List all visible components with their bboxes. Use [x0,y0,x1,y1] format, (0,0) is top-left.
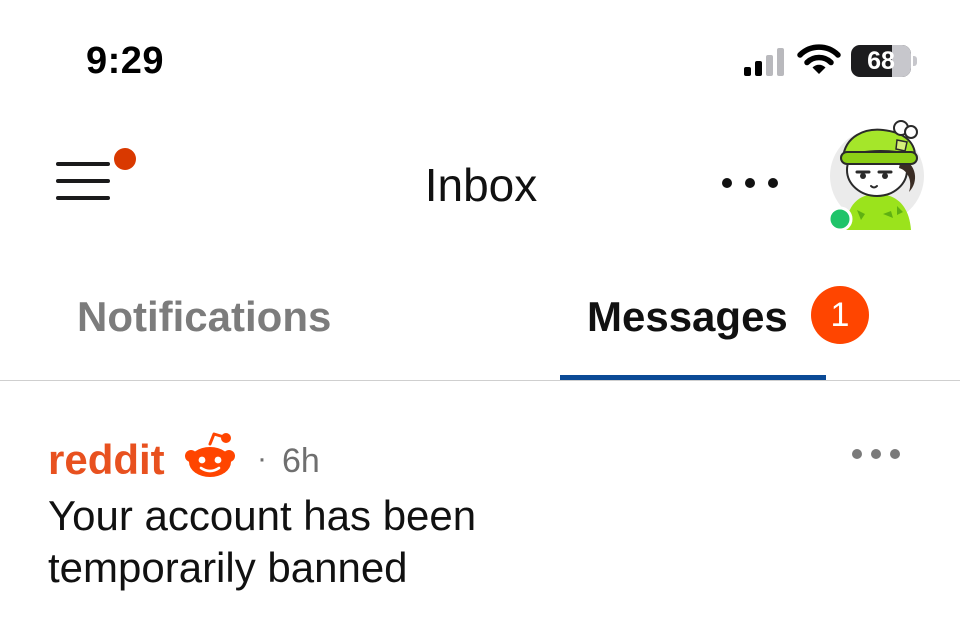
avatar[interactable] [827,118,927,234]
inbox-screen: 9:29 68 Inbox Notifications Messages 1 r… [0,0,960,627]
message-timestamp: 6h [282,442,320,480]
reddit-snoo-icon [185,432,235,477]
page-title-text: Inbox [424,159,538,211]
more-dot [852,449,862,459]
battery-body: 68 [851,45,911,77]
battery-tip [913,56,917,66]
cellular-signal-icon [744,48,784,76]
tab-messages[interactable]: Messages [587,293,788,341]
more-dot [745,178,755,188]
meta-separator: · [257,442,267,475]
more-dot [871,449,881,459]
more-dot [722,178,732,188]
wifi-icon [797,44,841,74]
message-more-options-button[interactable] [852,448,900,460]
tab-notifications[interactable]: Notifications [77,293,331,341]
message-item[interactable]: reddit · 6h Your account has been tempor… [0,420,960,600]
message-subject: Your account has been temporarily banned [48,492,477,591]
status-time: 9:29 [86,40,165,82]
more-dot [890,449,900,459]
messages-count-badge: 1 [811,286,869,344]
battery-icon: 68 [851,45,917,77]
page-title: Inbox [0,158,960,212]
message-sender[interactable]: reddit [48,436,165,484]
more-options-button[interactable] [722,166,778,200]
battery-level: 68 [867,47,895,75]
tab-divider [0,380,960,381]
more-dot [768,178,778,188]
